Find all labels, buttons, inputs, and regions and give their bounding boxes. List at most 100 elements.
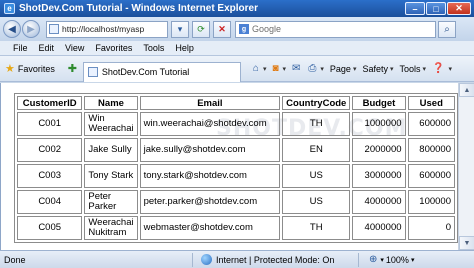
tab-page-icon bbox=[87, 67, 98, 77]
cell-name: Peter Parker bbox=[84, 190, 138, 214]
address-bar[interactable]: http://localhost/myasp bbox=[46, 20, 168, 38]
help-button[interactable]: ❓ ▾ bbox=[432, 63, 452, 74]
menu-edit[interactable]: Edit bbox=[39, 43, 55, 53]
maximize-button[interactable]: □ bbox=[426, 2, 446, 15]
chevron-down-icon: ▾ bbox=[352, 65, 357, 73]
header-customerid: CustomerID bbox=[17, 96, 83, 110]
page-menu-button[interactable]: Page ▾ bbox=[330, 64, 357, 74]
menu-favorites[interactable]: Favorites bbox=[95, 43, 132, 53]
menu-help[interactable]: Help bbox=[175, 43, 194, 53]
close-button[interactable]: ✕ bbox=[447, 2, 471, 15]
add-favorite-icon[interactable]: ✚ bbox=[66, 62, 79, 75]
page-icon bbox=[49, 24, 59, 34]
home-icon: ⌂ bbox=[252, 63, 259, 74]
table-row: C001 Win Weerachai win.weerachai@shotdev… bbox=[17, 112, 455, 136]
favorites-command-bar: ★ Favorites ✚ ShotDev.Com Tutorial ⌂ ▾ ◙ ▾… bbox=[0, 56, 474, 82]
security-zone[interactable]: Internet | Protected Mode: On bbox=[201, 254, 358, 265]
tab-shotdev-tutorial[interactable]: ShotDev.Com Tutorial bbox=[82, 61, 241, 82]
cell-email: webmaster@shotdev.com bbox=[139, 216, 281, 240]
cell-used: 600000 bbox=[407, 164, 455, 188]
forward-button[interactable]: ▶ bbox=[22, 20, 40, 38]
chevron-down-icon: ▾ bbox=[262, 65, 267, 73]
cell-name: Win Weerachai bbox=[84, 112, 138, 136]
status-separator bbox=[358, 252, 359, 267]
menu-bar: File Edit View Favorites Tools Help bbox=[0, 41, 474, 56]
command-bar: ⌂ ▾ ◙ ▾ ✉ ⎙ ▾ Page ▾ Safety ▾ Tools ▾ ❓ ▾ bbox=[247, 63, 452, 74]
search-button[interactable]: ⌕ bbox=[438, 20, 456, 38]
cell-customerid: C003 bbox=[17, 164, 83, 188]
ie-app-icon: e bbox=[4, 3, 15, 14]
favorites-star-icon: ★ bbox=[5, 63, 15, 75]
favorites-button[interactable]: ★ Favorites bbox=[5, 62, 55, 75]
cell-email: win.weerachai@shotdev.com bbox=[139, 112, 281, 136]
chevron-down-icon: ▾ bbox=[410, 256, 415, 264]
scroll-up-arrow-icon[interactable]: ▲ bbox=[459, 83, 474, 97]
feeds-button[interactable]: ◙ ▾ bbox=[272, 63, 286, 74]
menu-tools[interactable]: Tools bbox=[143, 43, 164, 53]
status-bar: Done Internet | Protected Mode: On ⊕ ▾ 1… bbox=[0, 250, 474, 268]
header-countrycode: CountryCode bbox=[282, 96, 351, 110]
cell-used: 800000 bbox=[407, 138, 455, 162]
chevron-down-icon: ▾ bbox=[389, 65, 394, 73]
cell-budget: 4000000 bbox=[352, 216, 406, 240]
cell-used: 0 bbox=[407, 216, 455, 240]
scroll-down-arrow-icon[interactable]: ▼ bbox=[459, 236, 474, 250]
safety-menu-button[interactable]: Safety ▾ bbox=[362, 64, 393, 74]
cell-budget: 2000000 bbox=[352, 138, 406, 162]
zoom-level: 100% bbox=[385, 254, 409, 265]
table-row: C002 Jake Sully jake.sully@shotdev.com E… bbox=[17, 138, 455, 162]
table-row: C004 Peter Parker peter.parker@shotdev.c… bbox=[17, 190, 455, 214]
cell-email: jake.sully@shotdev.com bbox=[139, 138, 281, 162]
read-mail-button[interactable]: ✉ bbox=[292, 63, 302, 74]
cell-budget: 4000000 bbox=[352, 190, 406, 214]
rss-icon: ◙ bbox=[272, 63, 279, 74]
back-button[interactable]: ◀ bbox=[3, 20, 21, 38]
address-dropdown-button[interactable]: ▾ bbox=[171, 20, 189, 38]
status-separator bbox=[192, 252, 193, 267]
cell-countrycode: US bbox=[282, 190, 351, 214]
refresh-button[interactable]: ⟳ bbox=[192, 20, 210, 38]
chevron-down-icon: ▾ bbox=[422, 65, 427, 73]
chevron-down-icon: ▾ bbox=[282, 65, 287, 73]
zone-text: Internet | Protected Mode: On bbox=[216, 254, 335, 265]
print-icon: ⎙ bbox=[308, 63, 317, 74]
zoom-control[interactable]: ⊕ ▾ 100% ▾ bbox=[369, 254, 414, 265]
cell-used: 100000 bbox=[407, 190, 455, 214]
help-icon: ❓ bbox=[432, 63, 445, 74]
minimize-button[interactable]: – bbox=[405, 2, 425, 15]
search-placeholder[interactable]: Google bbox=[252, 24, 435, 34]
cell-customerid: C004 bbox=[17, 190, 83, 214]
chevron-down-icon: ▾ bbox=[380, 256, 384, 264]
table-row: C005 Weerachai Nukitram webmaster@shotde… bbox=[17, 216, 455, 240]
cell-email: tony.stark@shotdev.com bbox=[139, 164, 281, 188]
address-url[interactable]: http://localhost/myasp bbox=[62, 24, 144, 34]
table-row: C003 Tony Stark tony.stark@shotdev.com U… bbox=[17, 164, 455, 188]
zoom-magnifier-icon: ⊕ bbox=[369, 254, 378, 265]
menu-file[interactable]: File bbox=[13, 43, 28, 53]
safety-menu-label: Safety bbox=[362, 63, 388, 74]
cell-used: 600000 bbox=[407, 112, 455, 136]
google-icon: g bbox=[239, 24, 249, 34]
vertical-scrollbar[interactable]: ▲ ▼ bbox=[458, 83, 474, 250]
title-bar: e ShotDev.Com Tutorial - Windows Interne… bbox=[0, 0, 474, 17]
cell-countrycode: US bbox=[282, 164, 351, 188]
cell-countrycode: EN bbox=[282, 138, 351, 162]
home-button[interactable]: ⌂ ▾ bbox=[253, 63, 267, 74]
cell-customerid: C002 bbox=[17, 138, 83, 162]
page-content: SHOTDEV.COM CustomerID Name Email Countr… bbox=[0, 83, 458, 250]
chevron-down-icon: ▾ bbox=[448, 65, 452, 73]
tools-menu-label: Tools bbox=[399, 63, 421, 74]
cell-budget: 1000000 bbox=[352, 112, 406, 136]
header-used: Used bbox=[407, 96, 455, 110]
header-budget: Budget bbox=[352, 96, 406, 110]
internet-zone-globe-icon bbox=[201, 254, 212, 265]
table-header-row: CustomerID Name Email CountryCode Budget… bbox=[17, 96, 455, 110]
search-box[interactable]: g Google bbox=[235, 20, 436, 38]
print-button[interactable]: ⎙ ▾ bbox=[308, 63, 324, 74]
stop-button[interactable]: ✕ bbox=[213, 20, 231, 38]
mail-icon: ✉ bbox=[292, 63, 301, 74]
tools-menu-button[interactable]: Tools ▾ bbox=[400, 64, 427, 74]
cell-name: Jake Sully bbox=[84, 138, 138, 162]
window-title: ShotDev.Com Tutorial - Windows Internet … bbox=[19, 3, 258, 14]
menu-view[interactable]: View bbox=[65, 43, 84, 53]
